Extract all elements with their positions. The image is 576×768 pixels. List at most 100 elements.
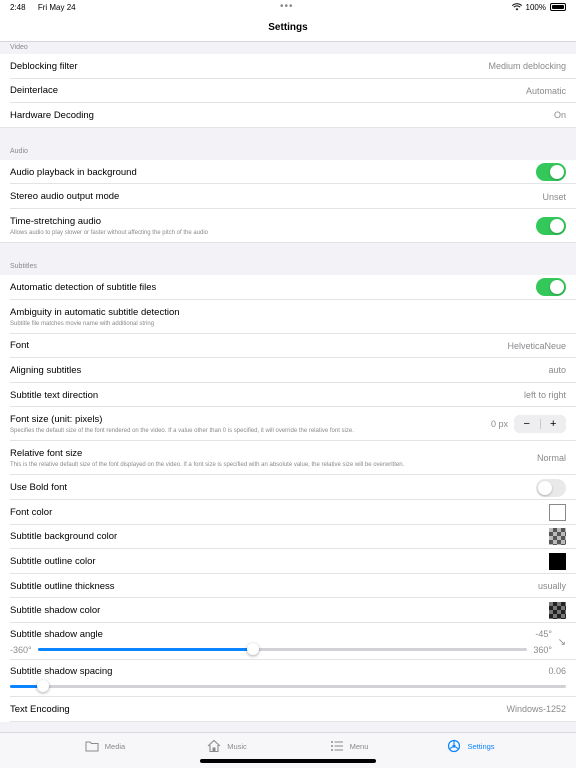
row-background-color[interactable]: Subtitle background color	[0, 524, 576, 550]
row-value: auto	[548, 365, 566, 376]
row-value: On	[553, 110, 566, 121]
tab-media[interactable]: Media	[44, 733, 166, 759]
row-value: Windows-1252	[506, 704, 566, 715]
row-label: Subtitle background color	[10, 531, 118, 543]
row-value: left to right	[523, 390, 566, 401]
shadow-spacing-slider[interactable]	[10, 680, 566, 693]
row-label: Subtitle shadow color	[10, 605, 101, 617]
row-label: Stereo audio output mode	[10, 191, 120, 203]
row-description: Allows audio to play slower or faster wi…	[10, 229, 209, 236]
section-header-audio: Audio	[0, 127, 576, 160]
section-header-video: Video	[0, 42, 576, 54]
slider-max-label: 360°	[533, 644, 552, 655]
row-value: Medium deblocking	[488, 61, 566, 72]
row-shadow-spacing: Subtitle shadow spacing 0.06	[0, 659, 576, 697]
row-label: Relative font size	[10, 448, 83, 460]
tab-music[interactable]: Music	[166, 733, 288, 759]
row-relative-font-size[interactable]: Relative font size This is the relative …	[0, 441, 576, 476]
bold-font-toggle[interactable]	[536, 478, 566, 497]
row-text-direction[interactable]: Subtitle text direction left to right	[0, 382, 576, 408]
section-header-subtitles: Subtitles	[0, 242, 576, 275]
row-font-size: Font size (unit: pixels) Specifies the d…	[0, 407, 576, 442]
row-label: Font size (unit: pixels)	[10, 414, 103, 426]
multitasking-dots-icon[interactable]: •••	[280, 1, 294, 12]
audio-background-toggle[interactable]	[536, 163, 566, 182]
row-shadow-color[interactable]: Subtitle shadow color	[0, 598, 576, 623]
row-font-color[interactable]: Font color	[0, 499, 576, 525]
row-value: usually	[537, 581, 566, 592]
row-aligning-subtitles[interactable]: Aligning subtitles auto	[0, 358, 576, 383]
shadow-color-swatch[interactable]	[549, 602, 566, 620]
tab-menu[interactable]: Menu	[288, 733, 410, 759]
row-description: Subtitle file matches movie name with ad…	[10, 320, 155, 327]
tab-label: Media	[104, 741, 126, 751]
house-icon	[207, 739, 221, 753]
row-label: Subtitle shadow angle	[10, 628, 103, 640]
auto-detect-toggle[interactable]	[536, 278, 566, 297]
status-bar: 2:48 Fri May 24 ••• 100%	[0, 0, 576, 14]
font-size-value: 0 px	[490, 419, 508, 430]
row-label: Subtitle text direction	[10, 389, 99, 401]
row-bold-font: Use Bold font	[0, 475, 576, 500]
tab-label: Music	[227, 741, 247, 751]
slider-thumb[interactable]	[37, 680, 50, 693]
row-label: Deblocking filter	[10, 60, 78, 72]
row-label: Audio playback in background	[10, 166, 137, 178]
time-stretching-toggle[interactable]	[536, 216, 566, 235]
row-outline-color[interactable]: Subtitle outline color	[0, 549, 576, 574]
shadow-angle-slider[interactable]	[37, 643, 528, 656]
row-shadow-angle: Subtitle shadow angle -45° ↘ -360° 360°	[0, 622, 576, 660]
row-label: Font	[10, 340, 30, 352]
row-value: Unset	[542, 191, 566, 202]
battery-percent: 100%	[525, 2, 546, 12]
row-label: Automatic detection of subtitle files	[10, 281, 157, 293]
row-label: Subtitle outline color	[10, 555, 96, 567]
font-size-stepper[interactable]: − +	[514, 415, 567, 434]
slider-fill	[37, 648, 254, 652]
shadow-angle-value: -45°	[535, 629, 552, 640]
home-indicator[interactable]	[200, 759, 376, 763]
row-label: Text Encoding	[10, 703, 70, 715]
status-left: 2:48 Fri May 24	[10, 3, 86, 12]
background-color-swatch[interactable]	[549, 528, 566, 546]
decrement-button[interactable]: −	[514, 415, 540, 433]
slider-thumb[interactable]	[247, 643, 260, 656]
row-value: Automatic	[525, 85, 566, 96]
row-font[interactable]: Font HelveticaNeue	[0, 333, 576, 359]
folder-icon	[85, 741, 99, 752]
row-label: Font color	[10, 506, 53, 518]
row-text-encoding[interactable]: Text Encoding Windows-1252	[0, 696, 576, 722]
status-time: 2:48	[10, 2, 26, 12]
font-size-control: 0 px − +	[490, 415, 567, 434]
row-auto-detect-subtitles: Automatic detection of subtitle files	[0, 274, 576, 300]
row-deinterlace[interactable]: Deinterlace Automatic	[0, 78, 576, 104]
row-description: Specifies the default size of the font r…	[10, 428, 354, 435]
wifi-icon	[511, 3, 522, 11]
row-outline-thickness[interactable]: Subtitle outline thickness usually	[0, 573, 576, 599]
outline-color-swatch[interactable]	[549, 552, 566, 570]
row-label: Use Bold font	[10, 482, 68, 494]
row-stereo-output[interactable]: Stereo audio output mode Unset	[0, 184, 576, 209]
font-color-swatch[interactable]	[549, 503, 566, 521]
settings-list[interactable]: Video Deblocking filter Medium deblockin…	[0, 42, 576, 732]
increment-button[interactable]: +	[541, 415, 567, 433]
row-hardware-decoding[interactable]: Hardware Decoding On	[0, 103, 576, 128]
settings-icon	[448, 739, 461, 753]
battery-icon	[550, 3, 566, 11]
row-time-stretching: Time-stretching audio Allows audio to pl…	[0, 208, 576, 243]
nav-bar: Settings	[0, 14, 576, 42]
row-ambiguity-detection[interactable]: Ambiguity in automatic subtitle detectio…	[0, 299, 576, 334]
tab-label: Menu	[349, 741, 369, 751]
row-label: Subtitle shadow spacing	[10, 665, 113, 677]
row-deblocking-filter[interactable]: Deblocking filter Medium deblocking	[0, 54, 576, 79]
tab-settings[interactable]: Settings	[410, 733, 532, 759]
row-label: Aligning subtitles	[10, 364, 82, 376]
row-value: HelveticaNeue	[507, 340, 566, 351]
list-icon	[330, 741, 343, 751]
status-date: Fri May 24	[37, 2, 76, 12]
row-label: Ambiguity in automatic subtitle detectio…	[10, 306, 180, 318]
row-value: Normal	[536, 453, 566, 464]
row-description: This is the relative default size of the…	[10, 462, 405, 469]
status-right: 100%	[511, 2, 566, 12]
shadow-spacing-value: 0.06	[548, 666, 566, 677]
